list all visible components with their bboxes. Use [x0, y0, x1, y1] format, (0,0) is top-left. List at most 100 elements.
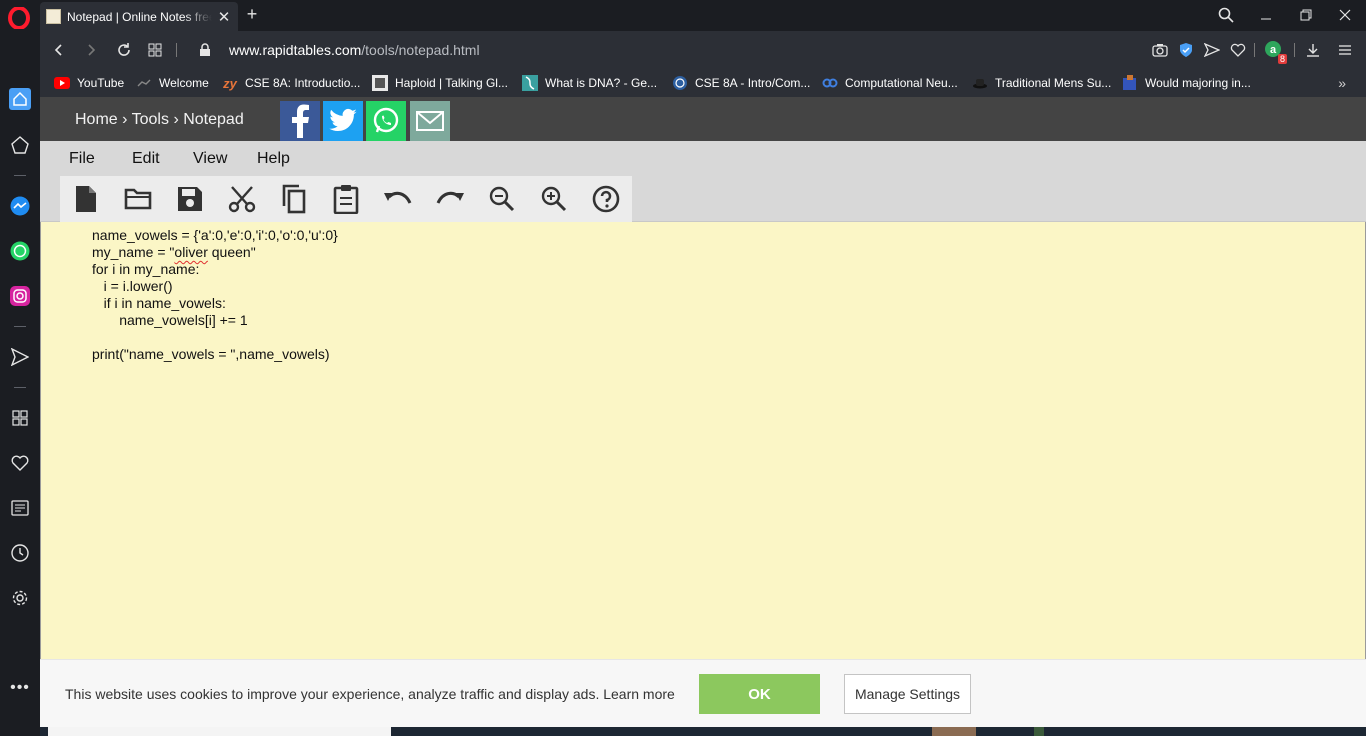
menu-help[interactable]: Help: [257, 150, 290, 168]
bookmark-traditional-mens[interactable]: Traditional Mens Su...: [972, 75, 1111, 91]
quora-icon: [1122, 75, 1138, 91]
bookmarks-heart-icon[interactable]: [9, 452, 31, 474]
new-file-icon[interactable]: [69, 182, 103, 216]
bookmarks-more-icon[interactable]: »: [1338, 75, 1346, 91]
news-reader-icon[interactable]: [9, 497, 31, 519]
breadcrumb: Home › Tools › Notepad: [75, 111, 244, 129]
settings-gear-icon[interactable]: [9, 587, 31, 609]
notepad-page: Home › Tools › Notepad File Edit View He…: [40, 97, 1366, 727]
redo-icon[interactable]: [433, 182, 467, 216]
close-window-icon[interactable]: [1333, 4, 1357, 26]
breadcrumb-separator: ›: [122, 111, 128, 128]
cut-icon[interactable]: [225, 182, 259, 216]
editor-line: i = i.lower(): [92, 278, 173, 294]
cookie-ok-button[interactable]: OK: [699, 674, 820, 714]
paste-icon[interactable]: [329, 182, 363, 216]
editor-line: if i in name_vowels:: [92, 295, 226, 311]
bookmark-label: Would majoring in...: [1145, 76, 1251, 90]
history-clock-icon[interactable]: [9, 542, 31, 564]
notepad-favicon-icon: [46, 9, 61, 24]
opera-logo-icon[interactable]: [7, 6, 31, 30]
breadcrumb-separator: ›: [173, 111, 179, 128]
flow-send-icon[interactable]: [9, 346, 31, 368]
bookmark-youtube[interactable]: YouTube: [54, 75, 124, 91]
workspaces-grid-icon[interactable]: [9, 407, 31, 429]
bookmark-computational-neu[interactable]: Computational Neu...: [822, 75, 958, 91]
bookmark-cse8a-intro[interactable]: zy CSE 8A: Introductio...: [222, 75, 360, 91]
coursera-icon: [822, 75, 838, 91]
email-share-icon[interactable]: [410, 101, 450, 141]
hat-icon: [972, 75, 988, 91]
browser-tab-bar: Notepad | Online Notes free ✕ +: [0, 0, 1366, 31]
instagram-icon[interactable]: [9, 285, 31, 307]
manage-settings-button[interactable]: Manage Settings: [844, 674, 971, 714]
twitter-share-icon[interactable]: [323, 101, 363, 141]
notepad-text-area[interactable]: name_vowels = {'a':0,'e':0,'i':0,'o':0,'…: [40, 222, 1366, 659]
whatsapp-icon[interactable]: [9, 240, 31, 262]
my-flow-icon[interactable]: [9, 134, 31, 156]
menu-edit[interactable]: Edit: [132, 150, 160, 168]
lock-icon[interactable]: [194, 39, 216, 61]
search-tabs-icon[interactable]: [1214, 4, 1238, 26]
taskbar-strip: [40, 727, 1366, 736]
bookmarks-bar: YouTube Welcome zy CSE 8A: Introductio..…: [40, 69, 1366, 97]
bookmark-welcome[interactable]: Welcome: [136, 75, 209, 91]
svg-text:a: a: [1270, 44, 1277, 56]
sidebar-divider: [14, 326, 26, 327]
back-icon[interactable]: [48, 39, 70, 61]
easy-setup-menu-icon[interactable]: [1335, 40, 1355, 60]
new-tab-icon[interactable]: +: [243, 4, 261, 25]
send-flow-icon[interactable]: [1202, 40, 1222, 60]
speed-dial-home-icon[interactable]: [9, 88, 31, 110]
minimize-icon[interactable]: [1254, 4, 1278, 26]
reload-icon[interactable]: [113, 39, 135, 61]
tab-close-icon[interactable]: ✕: [216, 8, 232, 26]
divider: [176, 43, 177, 57]
menu-file[interactable]: File: [69, 150, 95, 168]
haploid-icon: [372, 75, 388, 91]
facebook-share-icon[interactable]: [280, 101, 320, 141]
forward-icon[interactable]: [80, 39, 102, 61]
sidebar-more-icon[interactable]: •••: [9, 677, 31, 699]
editor-line: name_vowels[i] += 1: [92, 312, 248, 328]
snapshot-camera-icon[interactable]: [1150, 40, 1170, 60]
downloads-icon[interactable]: [1303, 40, 1323, 60]
zybooks-icon: zy: [223, 75, 237, 91]
address-bar: www.rapidtables.com/tools/notepad.html a…: [40, 31, 1366, 69]
vpn-shield-icon[interactable]: [1176, 40, 1196, 60]
divider: [1294, 43, 1295, 57]
toolbar-area: [40, 176, 1366, 222]
menu-view[interactable]: View: [193, 150, 227, 168]
help-icon[interactable]: [589, 182, 623, 216]
bookmark-label: Welcome: [159, 76, 209, 90]
bookmark-label: What is DNA? - Ge...: [545, 76, 658, 90]
bookmark-haploid[interactable]: Haploid | Talking Gl...: [372, 75, 508, 91]
zoom-out-icon[interactable]: [485, 182, 519, 216]
welcome-icon: [136, 75, 152, 91]
speed-dial-grid-icon[interactable]: [144, 39, 166, 61]
whatsapp-share-icon[interactable]: [366, 101, 406, 141]
undo-icon[interactable]: [381, 182, 415, 216]
messenger-icon[interactable]: [9, 195, 31, 217]
breadcrumb-tools[interactable]: Tools: [132, 111, 169, 128]
bookmark-cse8a-intro-com[interactable]: CSE 8A - Intro/Com...: [672, 75, 810, 91]
bookmark-what-is-dna[interactable]: What is DNA? - Ge...: [522, 75, 657, 91]
editor-line: for i in my_name:: [92, 261, 200, 277]
url-field[interactable]: www.rapidtables.com/tools/notepad.html: [229, 42, 480, 58]
zoom-in-icon[interactable]: [537, 182, 571, 216]
bookmark-heart-icon[interactable]: [1228, 40, 1248, 60]
editor-text: queen": [207, 244, 256, 260]
sidebar-divider: [14, 387, 26, 388]
browser-tab-active[interactable]: Notepad | Online Notes free ✕: [40, 2, 238, 31]
save-icon[interactable]: [173, 182, 207, 216]
open-folder-icon[interactable]: [121, 182, 155, 216]
extension-badge: 8: [1277, 54, 1287, 64]
restore-icon[interactable]: [1294, 4, 1318, 26]
breadcrumb-home[interactable]: Home: [75, 111, 118, 128]
site-header: Home › Tools › Notepad: [40, 97, 1366, 141]
copy-icon[interactable]: [277, 182, 311, 216]
extension-icon[interactable]: a 8: [1264, 40, 1287, 64]
bookmark-would-majoring[interactable]: Would majoring in...: [1122, 75, 1251, 91]
breadcrumb-notepad[interactable]: Notepad: [183, 111, 244, 128]
cookie-message: This website uses cookies to improve you…: [65, 686, 675, 702]
